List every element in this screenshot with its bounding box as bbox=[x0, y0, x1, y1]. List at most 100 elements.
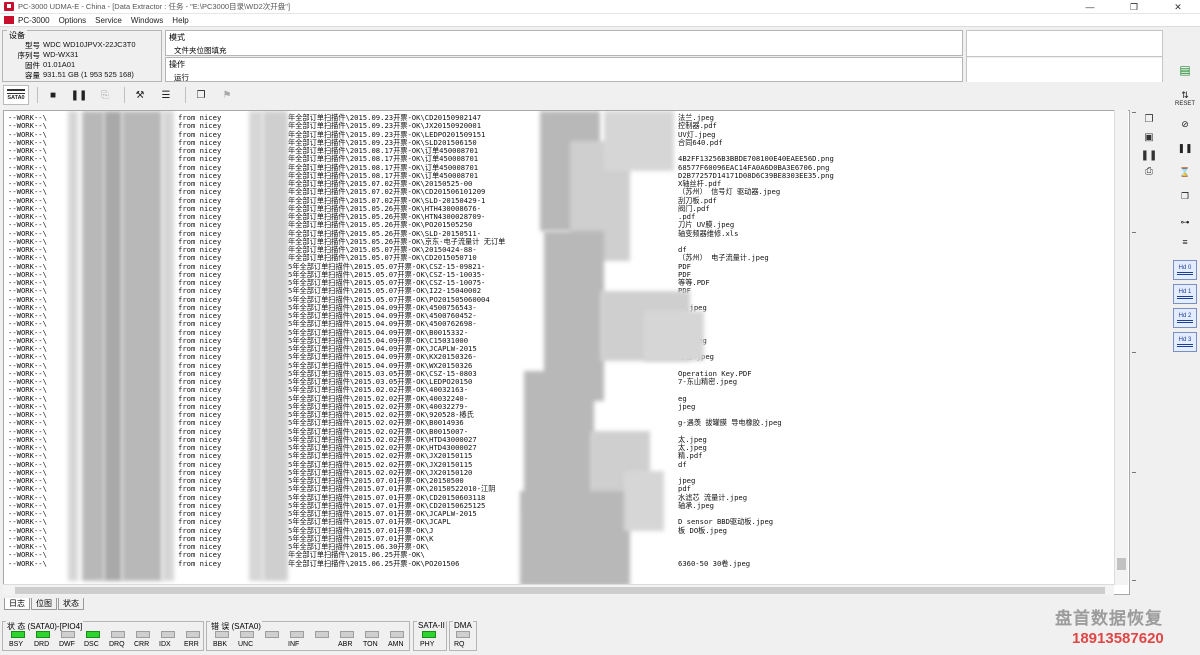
tab-bitmap[interactable]: 位图 bbox=[31, 598, 57, 610]
menu-service[interactable]: Service bbox=[95, 16, 122, 25]
toolbar-separator bbox=[37, 87, 38, 103]
log-view[interactable]: --WORK--\ from nicey 年全部订单扫描件\2015.09.23开票… bbox=[3, 110, 1130, 595]
log-line-filename: g-遇羡 拔罐膜 导电橡胶.jpeg bbox=[678, 418, 782, 428]
device-serial-value: WD-WX31 bbox=[43, 50, 79, 59]
sata-port-button[interactable]: SATA0 bbox=[3, 85, 29, 105]
pause-icon: ❚❚ bbox=[1140, 149, 1158, 161]
print-icon: ⎙ bbox=[1145, 165, 1153, 177]
watermark-phone: 18913587620 bbox=[1072, 630, 1164, 647]
mode-panel: 模式 文件夹位图填充 bbox=[165, 30, 963, 56]
app-logo-icon bbox=[4, 2, 14, 11]
indicator-label: ABR bbox=[338, 641, 353, 648]
pause-icon: ❚❚ bbox=[70, 89, 88, 101]
menu-bar: PC-3000 Options Service Windows Help bbox=[0, 14, 1200, 27]
device-serial-key: 序列号 bbox=[17, 51, 41, 60]
log-horizontal-scroll-thumb[interactable] bbox=[15, 587, 1105, 594]
redaction-blur bbox=[524, 371, 594, 511]
title-bar: PC-3000 UDMA-E - China - [Data Extractor… bbox=[0, 0, 1200, 14]
menu-windows[interactable]: Windows bbox=[131, 16, 163, 25]
tools-button[interactable]: ⚒ bbox=[129, 85, 151, 105]
log-line-prefix: --WORK--\ bbox=[8, 558, 47, 568]
head-icon bbox=[1177, 344, 1193, 347]
head-3-label: Hd 3 bbox=[1178, 337, 1192, 343]
device-capacity-row: 容量 931.51 GB (1 953 525 168) bbox=[3, 70, 163, 80]
redaction-blur bbox=[249, 111, 263, 581]
indicator-label: RQ bbox=[454, 641, 465, 648]
stop-sign-icon: ⊘ bbox=[1181, 118, 1189, 129]
head-0-button[interactable]: Hd 0 bbox=[1173, 260, 1197, 280]
pause-button[interactable]: ❚❚ bbox=[68, 85, 90, 105]
side-pause-button[interactable]: ❚❚ bbox=[1174, 138, 1196, 158]
export-button[interactable]: ⎘ bbox=[94, 85, 116, 105]
indicator-label: DRD bbox=[34, 641, 50, 648]
log-save-button[interactable]: ▣ bbox=[1140, 130, 1158, 144]
log-settings-button[interactable]: ☰ bbox=[155, 85, 177, 105]
head-1-button[interactable]: Hd 1 bbox=[1173, 284, 1197, 304]
run-icon: ⚑ bbox=[222, 89, 232, 101]
copy-button[interactable]: ❐ bbox=[190, 85, 212, 105]
log-open-button[interactable]: ❐ bbox=[1140, 112, 1158, 126]
sata-group-title: SATA-II bbox=[417, 621, 446, 630]
device-model-value: WDC WD10JPVX-22JC3T0 bbox=[43, 40, 136, 49]
indicator-label: BBK bbox=[213, 641, 228, 648]
head-0-label: Hd 0 bbox=[1178, 265, 1192, 271]
redaction-blur bbox=[644, 311, 704, 361]
menu-logo-icon bbox=[4, 16, 14, 24]
log-line-filename: df bbox=[678, 459, 687, 469]
indicator-light bbox=[86, 631, 100, 638]
log-pause-button[interactable]: ❚❚ bbox=[1140, 148, 1158, 162]
device-model-row: 型号 WDC WD10JPVX-22JC3T0 bbox=[3, 40, 163, 50]
power-button[interactable]: ▤ bbox=[1174, 60, 1196, 80]
tab-status[interactable]: 状态 bbox=[58, 598, 84, 610]
info-panel-right bbox=[966, 30, 1163, 82]
log-line-source: from nicey bbox=[178, 558, 222, 568]
head-2-button[interactable]: Hd 2 bbox=[1173, 308, 1197, 328]
log-print-button[interactable]: ⎙ bbox=[1140, 164, 1158, 178]
restore-button[interactable]: ❐ bbox=[1112, 0, 1156, 14]
indicator-label: IDX bbox=[159, 641, 171, 648]
head-map-button[interactable]: ⊶ bbox=[1174, 212, 1196, 232]
indicator-light bbox=[265, 631, 279, 638]
copy-icon: ❐ bbox=[196, 89, 206, 101]
indicator-light bbox=[340, 631, 354, 638]
minimize-button[interactable]: — bbox=[1068, 0, 1112, 14]
stop-button[interactable]: ■ bbox=[42, 85, 64, 105]
indicator-label: PHY bbox=[420, 641, 435, 648]
log-side-tools: ❐ ▣ ❚❚ ⎙ bbox=[1138, 112, 1160, 592]
timer-button[interactable]: ⌛ bbox=[1174, 162, 1196, 182]
indicator-light bbox=[240, 631, 254, 638]
window-controls: — ❐ ✕ bbox=[1068, 0, 1200, 14]
redaction-blur bbox=[263, 111, 288, 581]
tab-log[interactable]: 日志 bbox=[4, 598, 30, 610]
log-vertical-scrollbar[interactable] bbox=[1114, 110, 1128, 585]
operation-value: 运行 bbox=[174, 73, 189, 82]
info-panel-bottom bbox=[967, 58, 1162, 82]
stop-sign-button[interactable]: ⊘ bbox=[1174, 114, 1196, 134]
duplicate-button[interactable]: ❐ bbox=[1174, 186, 1196, 206]
close-button[interactable]: ✕ bbox=[1156, 0, 1200, 14]
log-horizontal-scrollbar[interactable] bbox=[3, 584, 1114, 595]
head-icon bbox=[1177, 272, 1193, 275]
indicator-light bbox=[186, 631, 200, 638]
indicator-light bbox=[11, 631, 25, 638]
indicator-label: UNC bbox=[238, 641, 254, 648]
operation-panel: 操作 运行 bbox=[165, 57, 963, 82]
menu-help[interactable]: Help bbox=[172, 16, 188, 25]
redaction-blur bbox=[604, 111, 674, 171]
head-select-button[interactable]: ≡ bbox=[1174, 232, 1196, 252]
log-vertical-scroll-thumb[interactable] bbox=[1117, 558, 1126, 570]
head-3-button[interactable]: Hd 3 bbox=[1173, 332, 1197, 352]
mode-value: 文件夹位图填充 bbox=[174, 46, 227, 55]
run-button[interactable]: ⚑ bbox=[216, 85, 238, 105]
menu-options[interactable]: Options bbox=[59, 16, 87, 25]
export-icon: ⎘ bbox=[101, 89, 109, 101]
tools-icon: ⚒ bbox=[135, 89, 145, 101]
bitmap-ruler bbox=[1132, 112, 1136, 582]
head-1-label: Hd 1 bbox=[1178, 289, 1192, 295]
redaction-blur bbox=[624, 471, 664, 531]
info-panel-top bbox=[967, 31, 1162, 57]
menu-pc3000[interactable]: PC-3000 bbox=[18, 16, 50, 25]
indicator-label: DRQ bbox=[109, 641, 125, 648]
reset-button[interactable]: ⇅ RESET bbox=[1174, 88, 1196, 108]
head-map-icon: ⊶ bbox=[1180, 216, 1190, 227]
